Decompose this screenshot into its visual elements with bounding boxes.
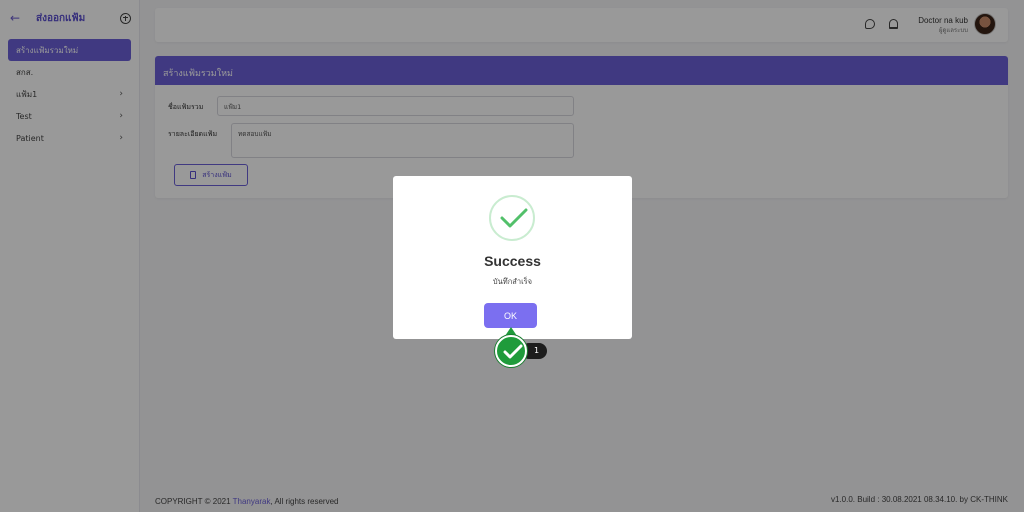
success-modal: Success บันทึกสำเร็จ OK	[393, 176, 632, 339]
success-check-icon	[489, 195, 535, 241]
ok-button[interactable]: OK	[484, 303, 537, 328]
modal-title: Success	[484, 253, 541, 269]
check-circle-icon	[495, 335, 527, 367]
modal-message: บันทึกสำเร็จ	[492, 277, 533, 286]
